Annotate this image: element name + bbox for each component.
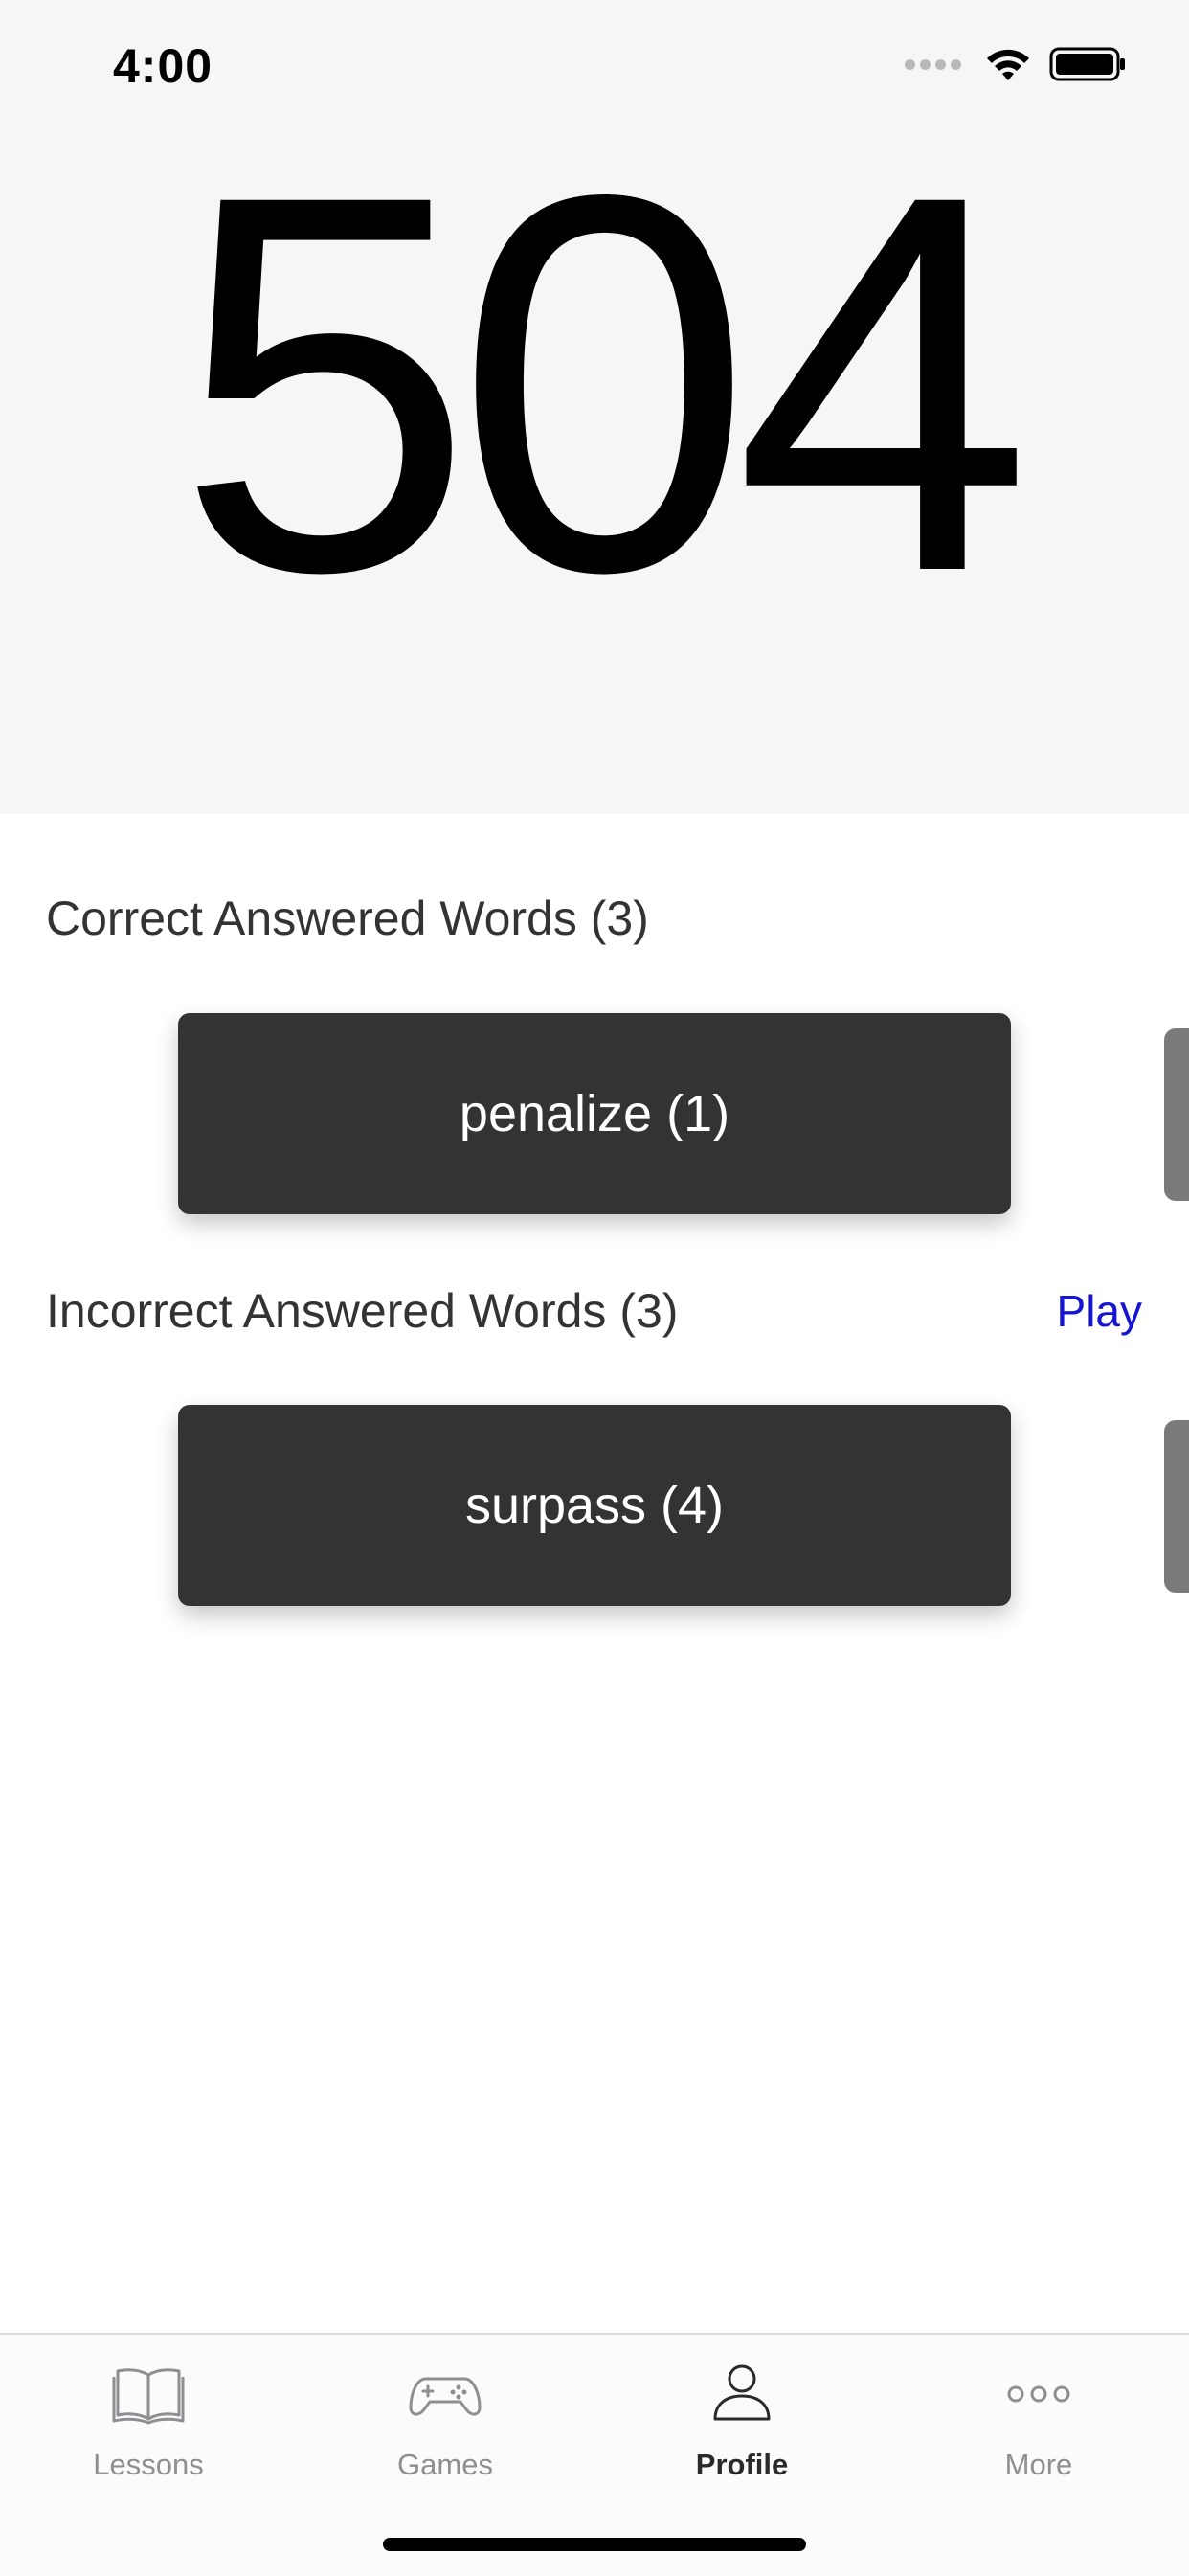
- book-icon: [112, 2368, 185, 2425]
- score-header: 4:00 504: [0, 0, 1189, 814]
- home-indicator[interactable]: [383, 2538, 806, 2551]
- tab-more[interactable]: More: [890, 2354, 1187, 2507]
- person-icon: [713, 2364, 771, 2421]
- correct-words-title: Correct Answered Words (3): [46, 892, 649, 945]
- signal-dots-icon: [905, 58, 961, 70]
- battery-icon: [1049, 47, 1125, 81]
- tab-label: Games: [397, 2448, 493, 2481]
- tab-label: More: [1004, 2448, 1073, 2481]
- status-icons: [905, 42, 1126, 86]
- correct-word-card[interactable]: penalize (1): [178, 1013, 1011, 1214]
- next-card-peek[interactable]: [1164, 1420, 1189, 1593]
- tab-label: Lessons: [93, 2448, 204, 2481]
- tab-games[interactable]: Games: [297, 2354, 594, 2507]
- incorrect-words-title: Incorrect Answered Words (3): [46, 1284, 679, 1338]
- tab-profile[interactable]: Profile: [594, 2354, 890, 2507]
- gamepad-icon: [409, 2377, 482, 2416]
- incorrect-word-card[interactable]: surpass (4): [178, 1405, 1011, 1606]
- word-card-label: penalize (1): [459, 1085, 730, 1142]
- more-dots-icon: [1007, 2385, 1070, 2403]
- wifi-icon: [987, 49, 1029, 80]
- score-value: 504: [175, 83, 1032, 683]
- next-card-peek[interactable]: [1164, 1028, 1189, 1201]
- play-button[interactable]: Play: [1057, 1285, 1142, 1337]
- word-card-label: surpass (4): [464, 1477, 725, 1534]
- tab-lessons[interactable]: Lessons: [0, 2354, 297, 2507]
- tab-label: Profile: [695, 2448, 789, 2481]
